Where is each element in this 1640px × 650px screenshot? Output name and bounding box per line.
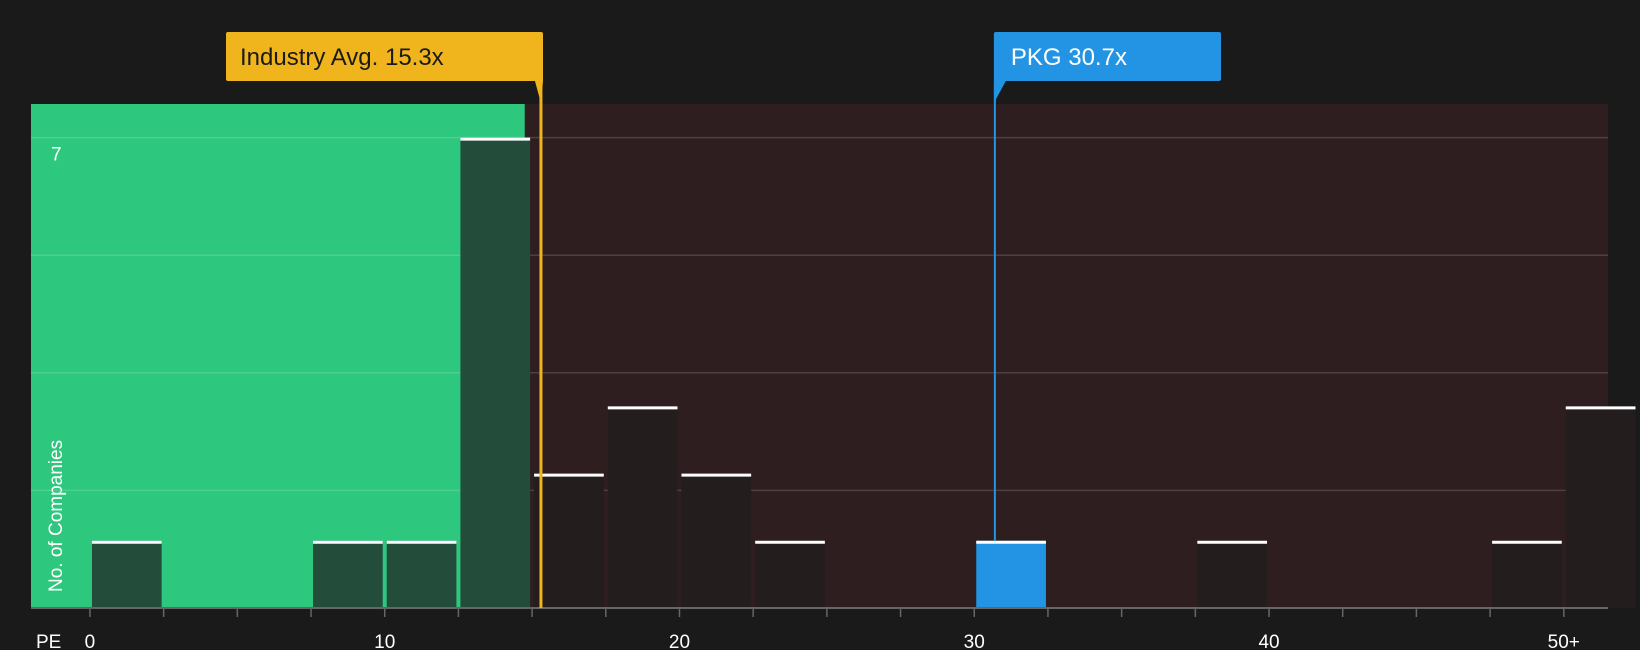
histogram-bar	[386, 540, 457, 608]
x-axis-label: PE	[36, 632, 61, 650]
pe-distribution-chart: 7 No. of Companies 0 10 20 30 40 50+ PE Indus…	[0, 0, 1640, 650]
histogram-bar	[91, 540, 162, 608]
histogram-bar	[755, 540, 825, 608]
histogram-bar	[1492, 540, 1562, 608]
x-tick-label: 40	[1258, 632, 1279, 650]
histogram-bar	[607, 406, 678, 608]
x-tick-label: 20	[669, 632, 690, 650]
x-tick-label: 50+	[1548, 632, 1580, 650]
x-tick-label: 0	[85, 632, 96, 650]
x-tick-label: 30	[964, 632, 985, 650]
industry-average-label: Industry Avg. 15.3x	[240, 44, 444, 71]
histogram-bar	[1565, 406, 1636, 608]
histogram-bar	[976, 540, 1046, 608]
histogram-bar	[681, 473, 752, 608]
histogram-bar	[1197, 540, 1268, 608]
histogram-bar	[460, 137, 531, 608]
company-pe-label: PKG 30.7x	[1011, 44, 1127, 71]
below-average-zone	[31, 104, 525, 608]
x-tick-label: 10	[374, 632, 395, 650]
y-max-label: 7	[51, 145, 62, 166]
histogram-bar	[534, 473, 604, 608]
histogram-bar	[313, 540, 383, 608]
y-axis-label: No. of Companies	[46, 440, 67, 592]
